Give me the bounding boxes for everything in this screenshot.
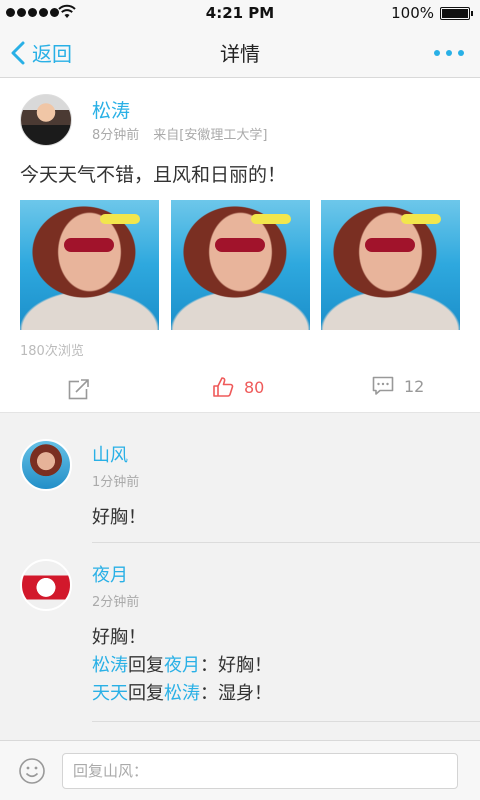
reply-text: 湿身！ [218,683,272,704]
comment-divider [92,721,480,722]
commenter-name[interactable]: 夜月 [92,561,128,587]
comment-icon [372,376,394,395]
reply-verb: 回复 [128,655,164,676]
post-photo[interactable] [20,200,159,330]
post-time: 8分钟前 [92,128,140,143]
view-count: 180次浏览 [20,344,84,359]
author-name[interactable]: 松涛 [92,96,130,123]
reply-item[interactable]: 天天回复松涛：湿身！ [92,679,272,705]
reply-bar [0,740,480,800]
more-options-icon[interactable] [434,50,464,56]
photo-grid [20,200,460,330]
reply-from[interactable]: 天天 [92,683,128,704]
comment-text: 好胸！ [92,507,146,528]
reply-text: 好胸！ [218,655,272,676]
commenter-name[interactable]: 山风 [92,441,128,467]
reply-sep: ： [200,655,218,676]
comment-text: 好胸！ [92,627,146,648]
like-button[interactable]: 80 [212,376,264,398]
reply-sep: ： [200,683,218,704]
post-source: 来自[安徽理工大学] [153,128,268,143]
comment-time: 2分钟前 [92,595,140,610]
commenter-avatar[interactable] [20,439,72,491]
comment-item[interactable]: 夜月 2分钟前 好胸！ 松涛回复夜月：好胸！ 天天回复松涛：湿身！ [0,543,480,741]
reply-item[interactable]: 松涛回复夜月：好胸！ [92,651,272,677]
post-meta: 8分钟前 来自[安徽理工大学] [92,124,267,143]
post-card: 松涛 8分钟前 来自[安徽理工大学] 今天天气不错，且风和日丽的！ 180次浏览 … [0,78,480,412]
share-icon[interactable] [68,378,90,400]
author-avatar[interactable] [20,94,72,146]
post-actions: 80 12 [0,370,480,410]
reply-verb: 回复 [128,683,164,704]
reply-to[interactable]: 夜月 [164,655,200,676]
comment-button[interactable]: 12 [372,376,424,396]
comment-list: 山风 1分钟前 好胸！ 夜月 2分钟前 好胸！ 松涛回复夜月：好胸！ 天天回复松… [0,412,480,740]
post-photo[interactable] [170,200,310,330]
reply-input[interactable] [62,753,458,789]
post-content: 今天天气不错，且风和日丽的！ [20,164,287,186]
like-count: 80 [244,377,265,397]
reply-from[interactable]: 松涛 [92,655,128,676]
comment-time: 1分钟前 [92,475,140,490]
page-title: 详情 [220,42,260,66]
comment-item[interactable]: 山风 1分钟前 好胸！ [0,413,480,543]
post-photo[interactable] [321,200,460,330]
comment-count: 12 [404,376,425,396]
status-bar: 4:21 PM 100% [0,0,480,26]
battery-percent: 100% [391,4,434,22]
battery-icon [440,7,473,20]
emoji-icon[interactable] [18,757,46,785]
nav-bar: 返回 详情 [0,26,480,78]
commenter-avatar[interactable] [20,559,72,611]
reply-to[interactable]: 松涛 [164,683,200,704]
thumbs-up-icon [213,377,234,397]
